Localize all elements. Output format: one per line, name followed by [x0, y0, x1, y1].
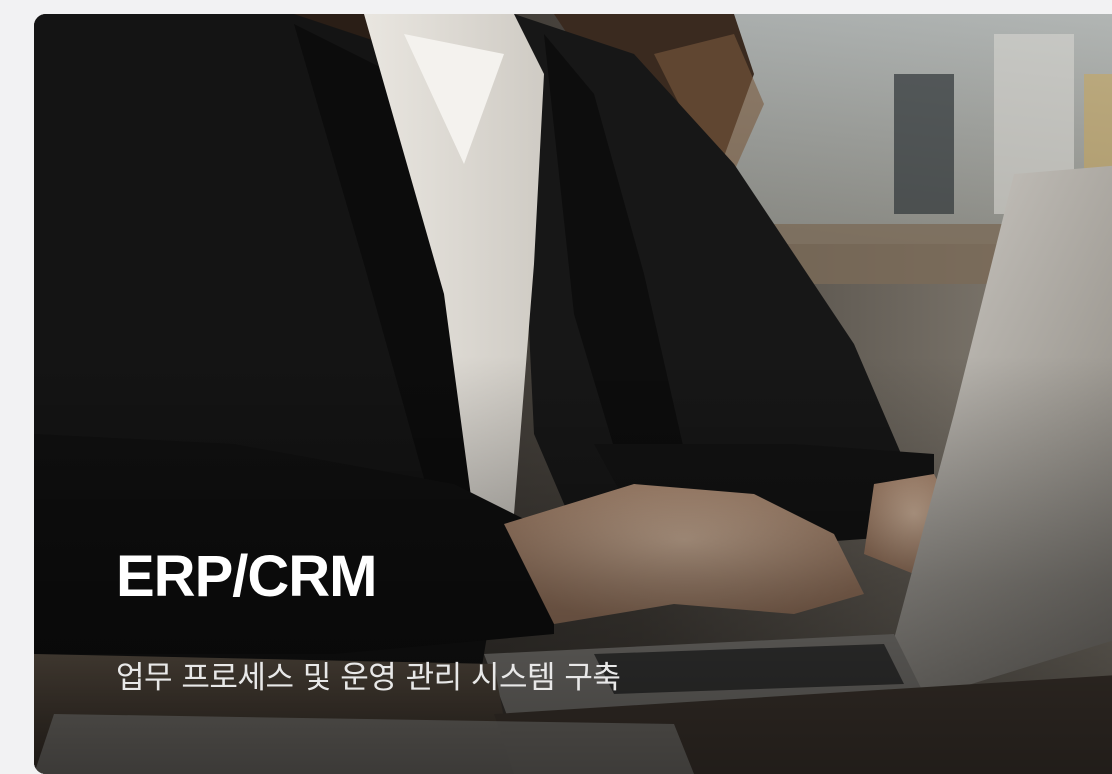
- card-title: ERP/CRM: [116, 544, 377, 609]
- service-card-erp-crm[interactable]: ERP/CRM 업무 프로세스 및 운영 관리 시스템 구축: [34, 14, 1112, 774]
- card-subtitle: 업무 프로세스 및 운영 관리 시스템 구축: [116, 660, 621, 696]
